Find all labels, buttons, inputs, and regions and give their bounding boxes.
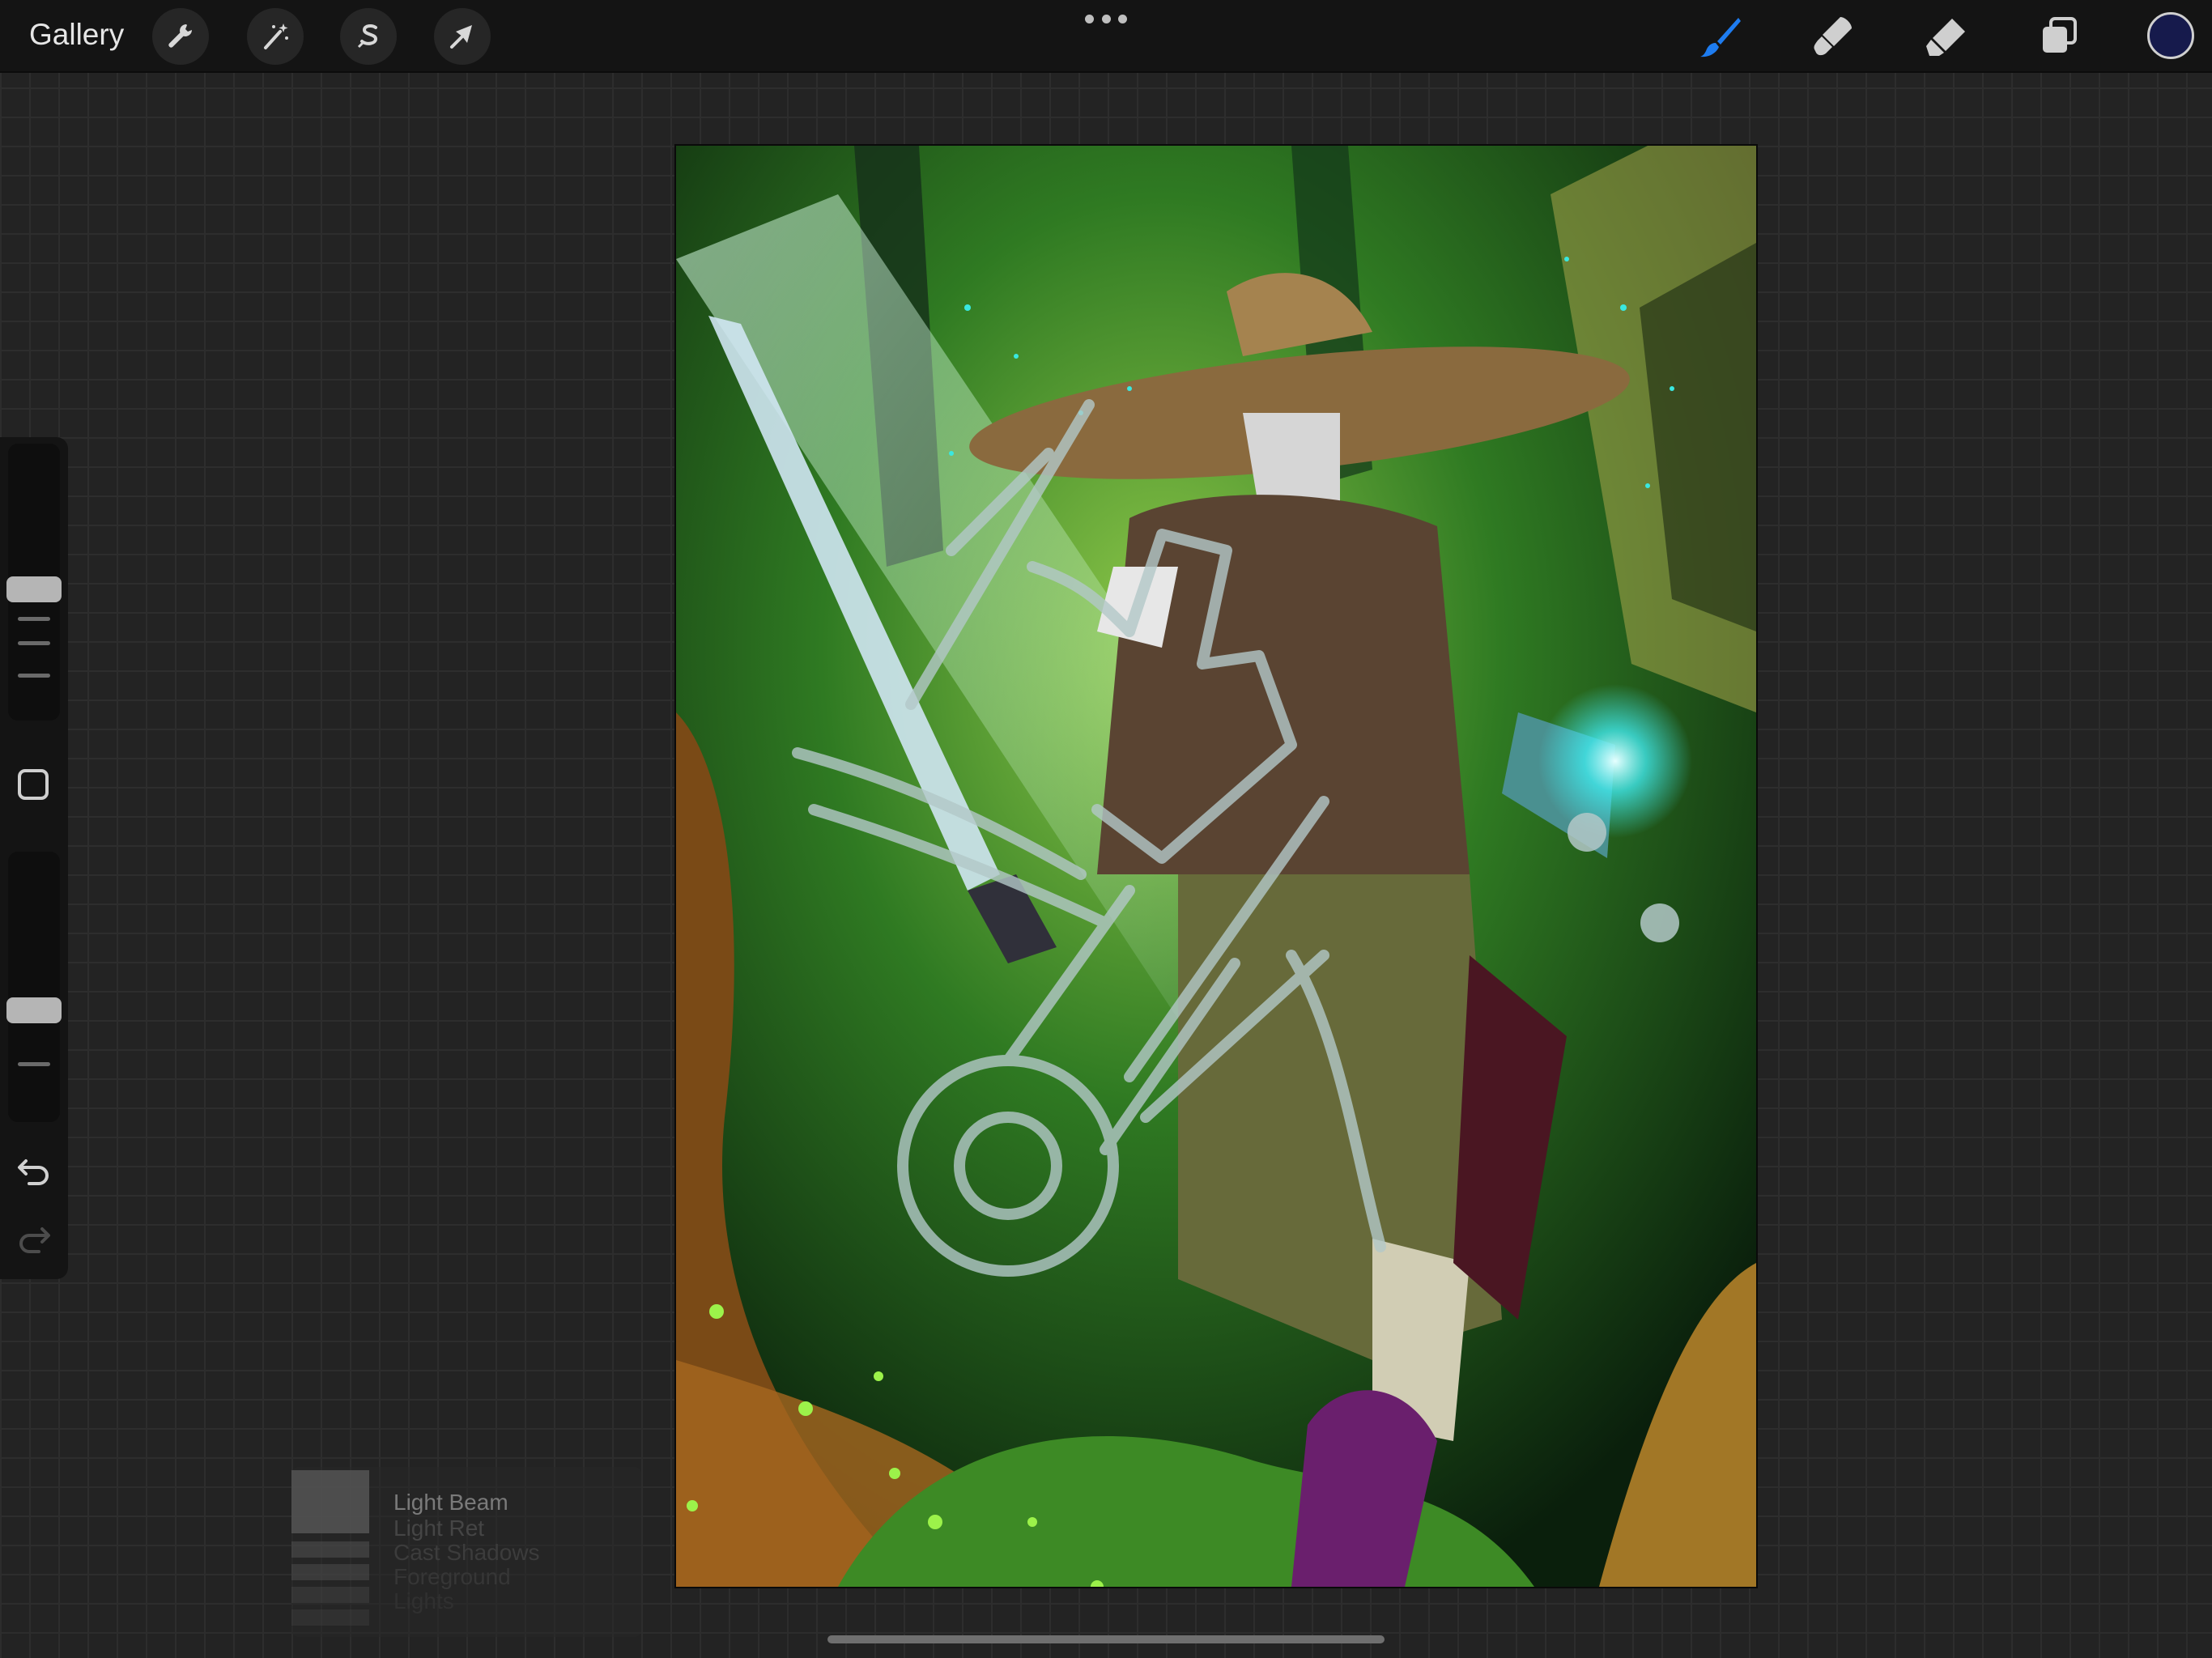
transform-arrow-icon <box>450 25 472 49</box>
slider-tick <box>18 674 50 678</box>
layer-thumbnail <box>291 1541 369 1558</box>
layer-name: Cast Shadows <box>393 1540 540 1565</box>
adjustments-button[interactable] <box>247 8 304 65</box>
opacity-slider[interactable] <box>6 852 62 1122</box>
layer-thumbnail <box>291 1587 369 1603</box>
actions-button[interactable] <box>152 8 209 65</box>
magic-wand-icon <box>264 23 288 49</box>
transform-button[interactable] <box>434 8 491 65</box>
layers-icon <box>2043 17 2077 53</box>
smudge-tool-button[interactable] <box>1807 11 1857 62</box>
artwork-image <box>676 146 1756 1587</box>
slider-tick <box>18 1062 50 1066</box>
layer-thumbnail <box>291 1609 369 1626</box>
undo-icon[interactable] <box>15 1150 53 1188</box>
opacity-thumb[interactable] <box>6 997 62 1023</box>
drawing-canvas[interactable] <box>676 146 1756 1587</box>
selection-s-icon <box>357 24 378 49</box>
gallery-button[interactable]: Gallery <box>29 18 124 52</box>
brush-tool-button[interactable] <box>1695 11 1746 62</box>
layer-thumbnail <box>291 1564 369 1580</box>
eraser-tool-button[interactable] <box>1921 11 1971 62</box>
layer-thumbnail <box>291 1470 369 1533</box>
layer-name: Foreground <box>393 1564 511 1589</box>
slider-tick <box>18 617 50 621</box>
redo-icon[interactable] <box>15 1218 53 1256</box>
eraser-icon <box>1926 19 1965 56</box>
smudge-icon <box>1814 17 1852 56</box>
layers-quickview: Light Beam Light Ret Cast Shadows Foregr… <box>291 1467 641 1637</box>
color-picker-button[interactable] <box>2147 12 2194 59</box>
modify-square-icon[interactable] <box>18 769 49 800</box>
more-dots-icon[interactable] <box>1085 15 1127 26</box>
home-indicator[interactable] <box>827 1635 1385 1643</box>
layers-button[interactable] <box>2034 11 2084 62</box>
brush-icon <box>1700 18 1741 57</box>
wrench-icon <box>168 24 192 48</box>
layer-name: Lights <box>393 1588 454 1613</box>
left-sidebar <box>0 437 68 1279</box>
top-toolbar: Gallery <box>0 0 2212 73</box>
layer-name: Light Ret <box>393 1516 485 1541</box>
slider-tick <box>18 641 50 645</box>
brush-size-thumb[interactable] <box>6 576 62 602</box>
brush-size-slider[interactable] <box>6 444 62 721</box>
layer-name: Light Beam <box>393 1490 508 1515</box>
selection-button[interactable] <box>340 8 397 65</box>
